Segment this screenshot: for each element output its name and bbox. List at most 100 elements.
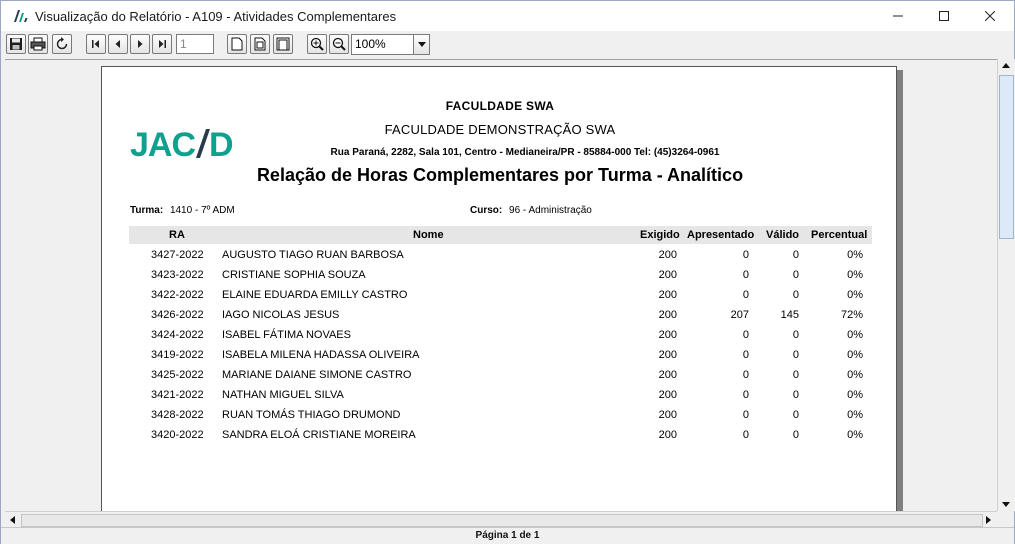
next-page-button[interactable]	[130, 34, 150, 54]
page-icon	[231, 37, 243, 51]
column-header-ra: RA	[169, 229, 185, 241]
cell-apresentado: 0	[742, 249, 749, 261]
cell-nome: ELAINE EDUARDA EMILLY CASTRO	[222, 289, 408, 301]
cell-apresentado: 0	[742, 349, 749, 361]
table-row: 3419-2022 ISABELA MILENA HADASSA OLIVEIRA…	[129, 346, 872, 366]
cell-apresentado: 0	[742, 389, 749, 401]
table-row: 3425-2022 MARIANE DAIANE SIMONE CASTRO 200…	[129, 366, 872, 386]
cell-ra: 3423-2022	[151, 269, 204, 281]
turma-value: 1410 - 7º ADM	[169, 205, 235, 216]
report-institution: FACULDADE SWA	[445, 99, 555, 113]
fit-page-button[interactable]	[273, 34, 293, 54]
page-width-button[interactable]	[227, 34, 247, 54]
fit-page-icon	[276, 37, 290, 51]
save-button[interactable]	[6, 34, 26, 54]
vertical-scroll-thumb[interactable]	[999, 75, 1014, 239]
cell-ra: 3419-2022	[151, 349, 204, 361]
cell-exigido: 200	[658, 409, 677, 421]
first-page-icon	[92, 40, 99, 48]
cell-percentual: 0%	[847, 289, 863, 301]
cell-valido: 0	[792, 369, 799, 381]
table-row: 3428-2022 RUAN TOMÁS THIAGO DRUMOND 200 0 0 0…	[129, 406, 872, 426]
next-page-icon	[138, 40, 143, 48]
table-row: 3424-2022 ISABEL FÁTIMA NOVAES 200 0 0 0%	[129, 326, 872, 346]
scroll-left-icon[interactable]	[10, 516, 15, 524]
cell-valido: 145	[780, 309, 799, 321]
cell-ra: 3420-2022	[151, 429, 204, 441]
cell-nome: ISABEL FÁTIMA NOVAES	[222, 329, 351, 341]
cell-exigido: 200	[658, 369, 677, 381]
cell-percentual: 0%	[847, 249, 863, 261]
curso-value: 96 - Administração	[509, 205, 592, 216]
previous-page-icon	[115, 40, 120, 48]
zoom-in-button[interactable]	[307, 34, 327, 54]
cell-ra: 3426-2022	[151, 309, 204, 321]
first-page-button[interactable]	[86, 34, 106, 54]
close-icon	[985, 11, 995, 21]
table-row: 3426-2022 IAGO NICOLAS JESUS 200 207 145 72%	[129, 306, 872, 326]
zoom-dropdown-button[interactable]	[413, 35, 429, 54]
maximize-icon	[939, 11, 949, 21]
horizontal-scroll-thumb[interactable]	[21, 514, 983, 527]
zoom-out-button[interactable]	[329, 34, 349, 54]
cell-exigido: 200	[658, 289, 677, 301]
cell-percentual: 0%	[847, 429, 863, 441]
cell-valido: 0	[792, 429, 799, 441]
cell-ra: 3422-2022	[151, 289, 204, 301]
scroll-down-icon[interactable]	[1002, 502, 1010, 507]
cell-nome: AUGUSTO TIAGO RUAN BARBOSA	[222, 249, 404, 261]
whole-page-icon	[254, 37, 266, 51]
cell-exigido: 200	[658, 309, 677, 321]
cell-nome: CRISTIANE SOPHIA SOUZA	[222, 269, 366, 281]
save-icon	[10, 38, 22, 50]
curso-info: Curso: 96 - Administração	[470, 205, 592, 216]
cell-percentual: 0%	[847, 389, 863, 401]
scroll-up-icon[interactable]	[1002, 63, 1010, 68]
cell-apresentado: 0	[742, 409, 749, 421]
zoom-out-icon	[332, 37, 346, 51]
cell-nome: RUAN TOMÁS THIAGO DRUMOND	[222, 409, 401, 421]
table-row: 3423-2022 CRISTIANE SOPHIA SOUZA 200 0 0 0%	[129, 266, 872, 286]
table-row: 3422-2022 ELAINE EDUARDA EMILLY CASTRO 200…	[129, 286, 872, 306]
whole-page-button[interactable]	[250, 34, 270, 54]
previous-page-button[interactable]	[108, 34, 128, 54]
cell-valido: 0	[792, 389, 799, 401]
close-button[interactable]	[967, 1, 1013, 31]
cell-apresentado: 0	[742, 329, 749, 341]
cell-valido: 0	[792, 409, 799, 421]
table-header: RA Nome Exigido Apresentado Válido Perce…	[129, 226, 872, 244]
table-row: 3421-2022 NATHAN MIGUEL SILVA 200 0 0 0%	[129, 386, 872, 406]
cell-ra: 3427-2022	[151, 249, 204, 261]
cell-exigido: 200	[658, 249, 677, 261]
cell-nome: MARIANE DAIANE SIMONE CASTRO	[222, 369, 412, 381]
cell-apresentado: 207	[730, 309, 749, 321]
column-header-nome: Nome	[413, 229, 444, 241]
refresh-button[interactable]	[52, 34, 72, 54]
minimize-button[interactable]	[875, 1, 921, 31]
print-button[interactable]	[28, 34, 48, 54]
zoom-select[interactable]: 100%	[351, 34, 430, 55]
toolbar	[1, 31, 1014, 59]
app-logo-icon	[14, 10, 28, 22]
scroll-right-icon[interactable]	[986, 516, 991, 524]
horizontal-scrollbar[interactable]	[5, 511, 997, 528]
last-page-button[interactable]	[152, 34, 172, 54]
cell-nome: SANDRA ELOÁ CRISTIANE MOREIRA	[222, 429, 416, 441]
cell-ra: 3428-2022	[151, 409, 204, 421]
turma-info: Turma: 1410 - 7º ADM	[130, 205, 235, 216]
turma-label: Turma:	[130, 205, 164, 216]
cell-ra: 3425-2022	[151, 369, 204, 381]
title-bar: Visualização do Relatório - A109 - Ativi…	[1, 1, 1014, 31]
cell-percentual: 0%	[847, 369, 863, 381]
maximize-button[interactable]	[921, 1, 967, 31]
cell-percentual: 0%	[847, 409, 863, 421]
vertical-scrollbar[interactable]	[997, 59, 1015, 511]
cell-apresentado: 0	[742, 289, 749, 301]
zoom-value: 100%	[355, 37, 386, 51]
cell-percentual: 0%	[847, 269, 863, 281]
cell-percentual: 0%	[847, 349, 863, 361]
table-row: 3420-2022 SANDRA ELOÁ CRISTIANE MOREIRA 20…	[129, 426, 872, 446]
page-number-input[interactable]: 1	[176, 34, 214, 54]
cell-exigido: 200	[658, 269, 677, 281]
cell-apresentado: 0	[742, 369, 749, 381]
